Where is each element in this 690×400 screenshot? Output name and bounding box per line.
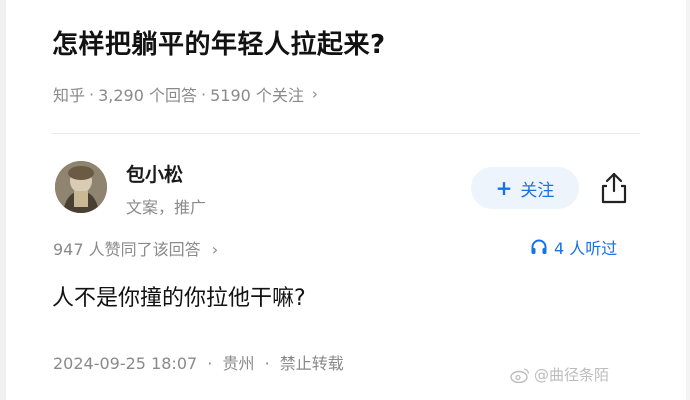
avatar[interactable] (55, 161, 107, 213)
headphones-icon (531, 239, 547, 254)
answer-footer: 2024-09-25 18:07 · 贵州 · 禁止转载 (53, 350, 344, 374)
followers-count: 5190 个关注 (210, 86, 304, 105)
zhihu-answer-page: 怎样把躺平的年轻人拉起来? 知乎 · 3,290 个回答 · 5190 个关注 … (0, 0, 690, 400)
share-icon (601, 172, 627, 204)
avatar-image (55, 161, 107, 213)
footer-separator: · (264, 354, 270, 373)
upvote-text: 947 人赞同了该回答 (53, 240, 201, 259)
author-name[interactable]: 包小松 (126, 160, 183, 187)
share-button[interactable] (598, 171, 630, 205)
left-border (0, 0, 6, 400)
copyright-notice: 禁止转载 (279, 354, 344, 373)
question-meta[interactable]: 知乎 · 3,290 个回答 · 5190 个关注 › (53, 82, 318, 106)
chevron-right-icon: › (311, 85, 318, 103)
section-divider (52, 133, 640, 134)
plus-icon: + (495, 176, 513, 200)
answer-location: 贵州 (222, 354, 255, 373)
listen-info[interactable]: 4 人听过 (530, 235, 617, 259)
author-tag: 文案，推广 (126, 198, 207, 217)
meta-separator: · (201, 84, 207, 104)
footer-separator: · (207, 354, 213, 373)
upvote-info[interactable]: 947 人赞同了该回答 › (53, 236, 218, 260)
answers-count: 3,290 个回答 (98, 86, 198, 105)
listen-text: 4 人听过 (554, 239, 618, 258)
watermark: @曲径条陌 (510, 364, 609, 385)
meta-separator: · (89, 84, 95, 104)
follow-label: 关注 (520, 180, 555, 201)
question-source: 知乎 (53, 86, 86, 105)
chevron-right-icon: › (211, 240, 219, 259)
answer-date: 2024-09-25 18:07 (53, 354, 198, 373)
follow-button[interactable]: + 关注 (471, 167, 579, 209)
weibo-icon (510, 367, 530, 383)
answer-content: 人不是你撞的你拉他干嘛? (52, 286, 306, 311)
watermark-text: @曲径条陌 (534, 366, 610, 384)
right-border (686, 0, 690, 400)
question-title[interactable]: 怎样把躺平的年轻人拉起来? (52, 24, 386, 61)
